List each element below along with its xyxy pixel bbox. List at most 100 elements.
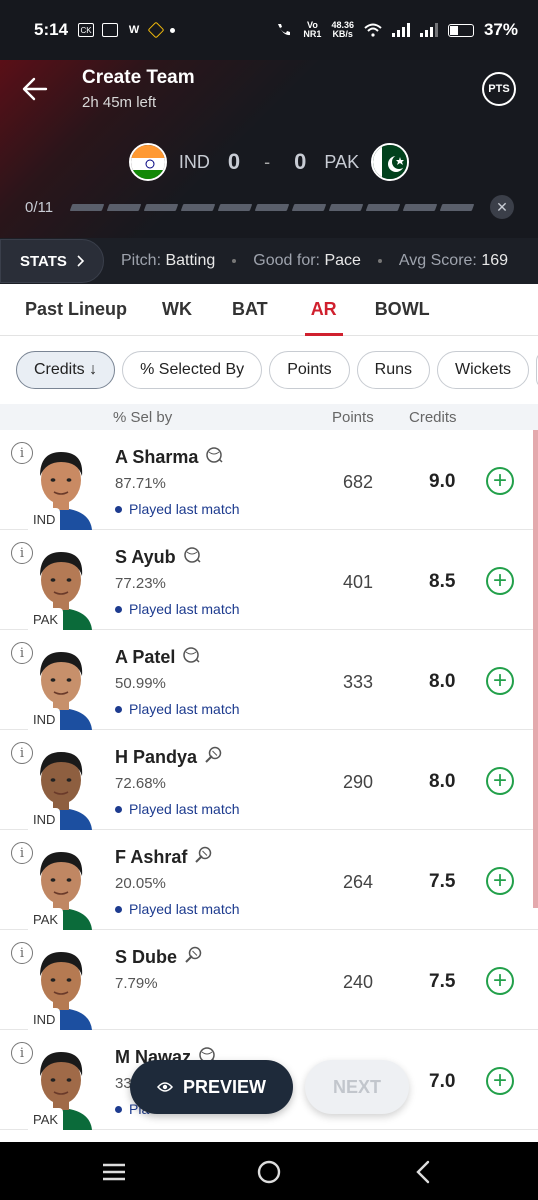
progress-segment	[69, 203, 105, 211]
player-row[interactable]: IND i A Patel 50.99% Played last match 333 8.0…	[0, 630, 538, 730]
add-player-button[interactable]: +	[486, 667, 514, 695]
scroll-indicator[interactable]	[533, 430, 538, 908]
next-button[interactable]: NEXT	[305, 1060, 409, 1114]
add-player-button[interactable]: +	[486, 867, 514, 895]
player-row[interactable]: PAK i F Ashraf 20.05% Played last match 264 7.…	[0, 830, 538, 930]
back-icon[interactable]	[410, 1159, 438, 1185]
app-notification-icon: CK	[78, 23, 95, 37]
add-player-button[interactable]: +	[486, 767, 514, 795]
player-name: S Dube	[115, 947, 178, 967]
team-tag: IND	[28, 808, 61, 830]
network-speed: 48.36 KB/s	[331, 20, 354, 39]
player-row[interactable]: IND i S Dube 7.79% 240 7.5 +	[0, 930, 538, 1030]
recent-apps-icon[interactable]	[100, 1159, 128, 1185]
tab-bowl[interactable]: BOWL	[375, 284, 430, 336]
clock: 5:14	[34, 20, 69, 39]
player-row[interactable]: IND i H Pandya 72.68% Played last match 290 8.…	[0, 730, 538, 830]
team-tag: PAK	[28, 1108, 64, 1130]
separator-dot	[377, 259, 382, 263]
add-player-button[interactable]: +	[486, 967, 514, 995]
stats-button[interactable]: STATS	[0, 239, 104, 283]
progress-segment	[402, 203, 438, 211]
score-row: IND 0 - 0 PAK	[0, 142, 538, 182]
player-points: 240	[343, 972, 374, 992]
player-credits: 9.0	[429, 471, 456, 492]
filter-credits[interactable]: Credits ↓	[16, 351, 116, 389]
player-avatar: IND	[22, 440, 100, 530]
network-type: Vo NR1	[303, 20, 322, 39]
tab-past-lineup[interactable]: Past Lineup	[25, 284, 127, 336]
preview-button[interactable]: PREVIEW	[130, 1060, 293, 1114]
player-name: A Sharma	[115, 447, 199, 467]
android-nav-bar	[0, 1142, 538, 1200]
player-avatar: PAK	[22, 1040, 100, 1130]
player-name-wrap: A Patel	[115, 646, 200, 669]
info-icon[interactable]: i	[11, 1042, 33, 1064]
player-name: H Pandya	[115, 747, 198, 767]
add-player-button[interactable]: +	[486, 467, 514, 495]
filter-selected-by[interactable]: % Selected By	[122, 351, 263, 389]
player-points: 264	[343, 872, 374, 892]
player-avatar: IND	[22, 940, 100, 1030]
player-points: 290	[343, 772, 374, 792]
tab-bat[interactable]: BAT	[232, 284, 268, 336]
player-name-wrap: A Sharma	[115, 446, 223, 469]
filter-wickets[interactable]: Wickets	[437, 351, 530, 389]
col-sel-by: % Sel by	[113, 409, 173, 426]
info-icon[interactable]: i	[11, 842, 33, 864]
binance-notification-icon	[147, 21, 165, 39]
info-icon[interactable]: i	[11, 942, 33, 964]
info-icon[interactable]: i	[11, 542, 33, 564]
played-last-match: Played last match	[115, 701, 240, 717]
pakistan-flag-icon	[371, 143, 410, 181]
player-name: S Ayub	[115, 547, 176, 567]
team1-score: 0	[227, 149, 241, 174]
chevron-right-icon	[77, 255, 85, 267]
player-avatar: IND	[22, 640, 100, 730]
team-tag: IND	[28, 1008, 61, 1030]
w-notification-icon: W	[128, 24, 140, 36]
player-points: 401	[343, 572, 374, 592]
tab-ar[interactable]: AR	[304, 284, 343, 336]
player-credits: 8.0	[429, 771, 456, 792]
player-row[interactable]: IND i A Sharma 87.71% Played last match 682 9.…	[0, 430, 538, 530]
filter-runs[interactable]: Runs	[356, 351, 431, 389]
info-icon[interactable]: i	[11, 642, 33, 664]
add-player-button[interactable]: +	[486, 1067, 514, 1095]
player-list: IND i A Sharma 87.71% Played last match 682 9.…	[0, 430, 538, 1142]
progress-segments	[69, 203, 475, 211]
info-icon[interactable]: i	[11, 742, 33, 764]
progress-segment	[291, 203, 327, 211]
player-avatar: PAK	[22, 840, 100, 930]
preview-label: PREVIEW	[182, 1076, 266, 1097]
selected-by-percent: 72.68%	[115, 775, 166, 792]
stats-button-label: STATS	[20, 252, 67, 270]
progress-segment	[439, 203, 475, 211]
good-for-info: Good for: Pace	[253, 252, 361, 269]
column-header: % Sel by Points Credits	[0, 404, 538, 430]
team-tag: IND	[28, 508, 61, 530]
player-row[interactable]: PAK i S Ayub 77.23% Played last match 401 8.5 +	[0, 530, 538, 630]
battery-icon	[447, 23, 474, 37]
played-last-match: Played last match	[115, 901, 240, 917]
back-arrow-icon[interactable]	[22, 76, 48, 102]
add-player-button[interactable]: +	[486, 567, 514, 595]
player-credits: 7.0	[429, 1071, 456, 1092]
home-icon[interactable]	[255, 1159, 283, 1185]
bowling-ball-icon	[205, 446, 223, 469]
india-flag-icon	[128, 143, 167, 181]
played-dot-icon	[115, 905, 122, 913]
clear-selection-button[interactable]: ✕	[490, 195, 514, 219]
team2-score: 0	[294, 149, 307, 174]
col-points: Points	[332, 409, 374, 426]
team1-name: IND	[178, 151, 210, 172]
played-dot-icon	[115, 805, 122, 813]
played-dot-icon	[115, 1105, 122, 1113]
filter-points[interactable]: Points	[269, 351, 350, 389]
points-system-button[interactable]: PTS	[482, 72, 516, 106]
bat-ball-icon	[194, 846, 212, 869]
team2-name: PAK	[324, 151, 360, 172]
info-icon[interactable]: i	[11, 442, 33, 464]
wifi-call-icon	[278, 24, 291, 36]
tab-wk[interactable]: WK	[162, 284, 192, 336]
